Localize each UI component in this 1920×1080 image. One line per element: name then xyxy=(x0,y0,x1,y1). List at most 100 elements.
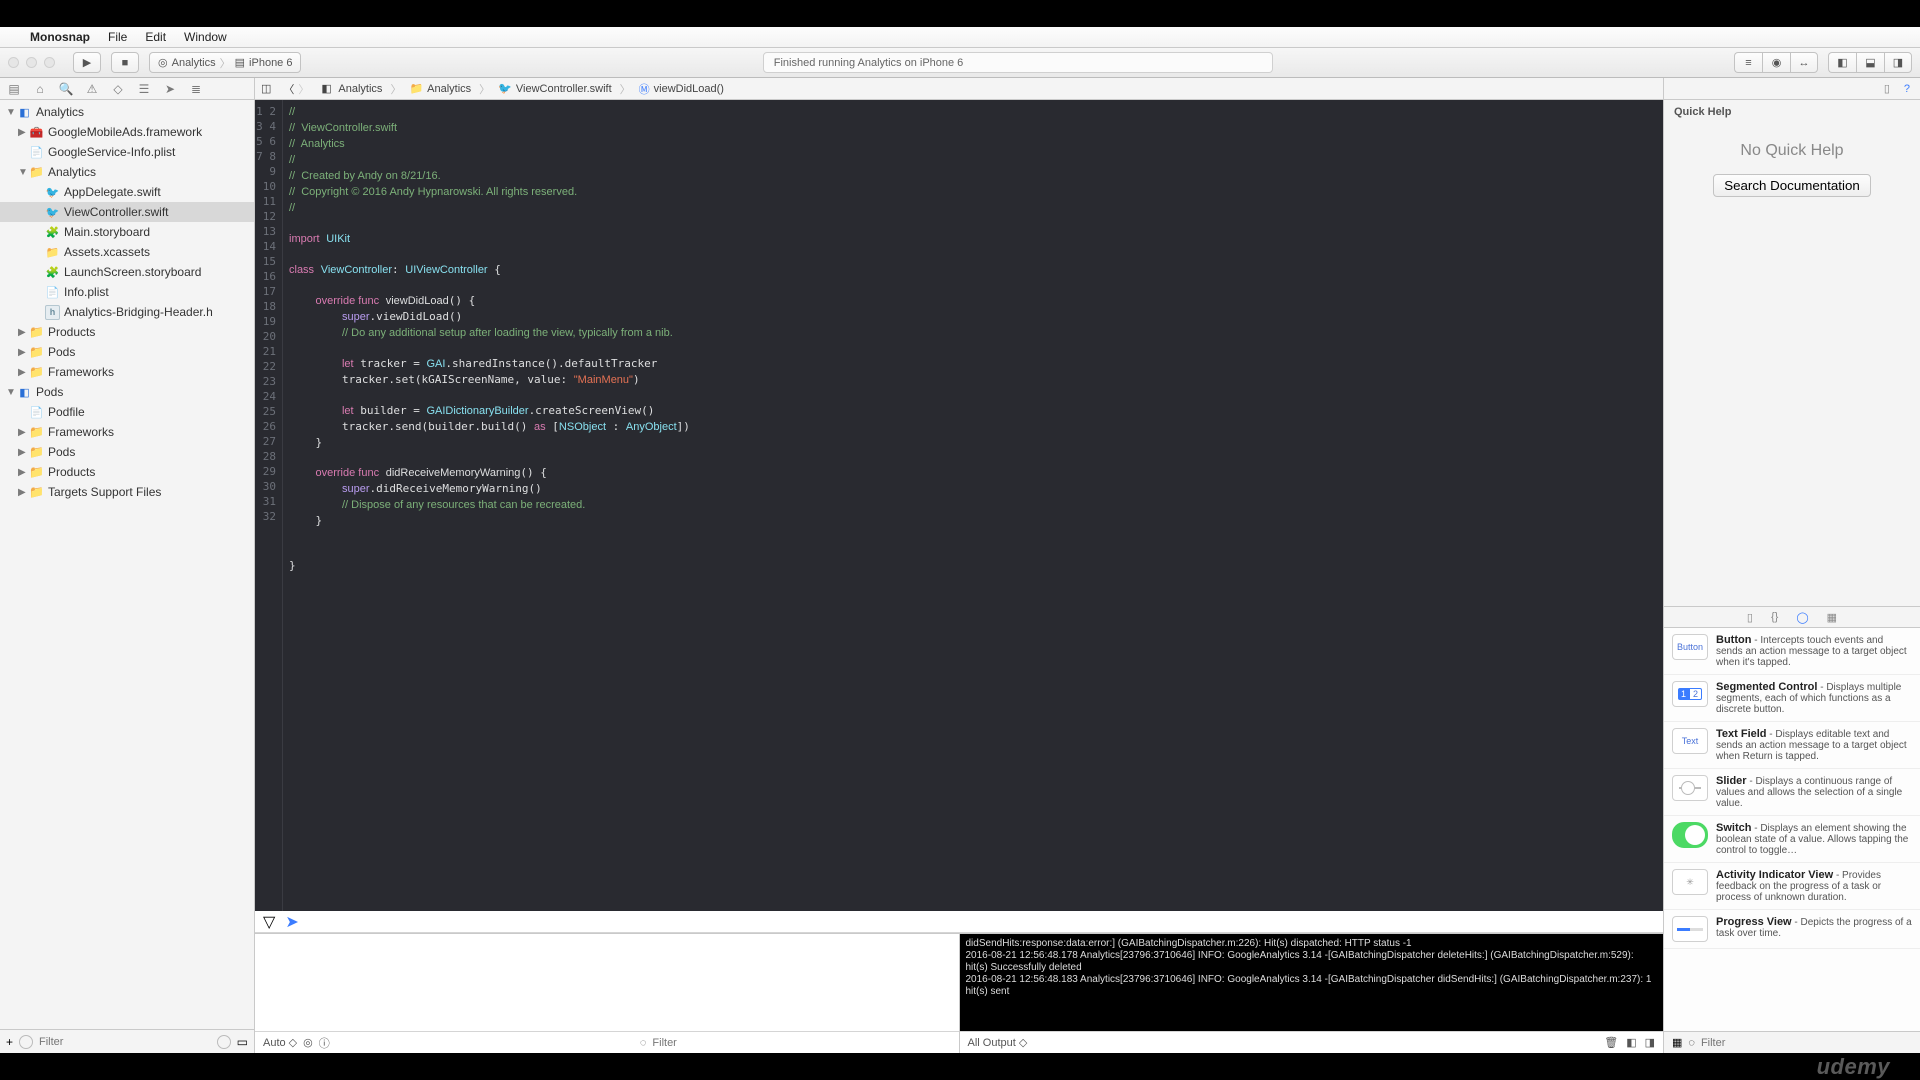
quicklook-icon[interactable]: ◎ xyxy=(303,1036,313,1049)
file-row[interactable]: ▼Pods xyxy=(0,382,254,402)
breakpoint-navigator-icon[interactable]: ➤ xyxy=(162,81,178,97)
file-row[interactable]: ▶GoogleMobileAds.framework xyxy=(0,122,254,142)
inspector-sidebar: ▯ ? Quick Help No Quick Help Search Docu… xyxy=(1664,78,1920,1053)
left-pane-toggle-icon[interactable]: ◧ xyxy=(1626,1036,1636,1049)
right-panel-toggle-icon[interactable]: ◨ xyxy=(1884,52,1912,73)
version-editor-icon[interactable]: ↔ xyxy=(1790,52,1818,73)
console-view[interactable]: didSendHits:response:data:error:] (GAIBa… xyxy=(960,934,1664,1053)
library-item[interactable]: Slider - Displays a continuous range of … xyxy=(1664,769,1920,816)
code-content[interactable]: // // ViewController.swift // Analytics … xyxy=(283,100,1663,911)
report-navigator-icon[interactable]: ≣ xyxy=(188,81,204,97)
add-icon[interactable]: + xyxy=(6,1035,13,1049)
panel-toggle-buttons[interactable]: ◧ ⬓ ◨ xyxy=(1828,52,1912,73)
window-traffic-lights[interactable] xyxy=(8,57,55,68)
file-row[interactable]: LaunchScreen.storyboard xyxy=(0,262,254,282)
line-gutter[interactable]: 1 2 3 4 5 6 7 8 9 10 11 12 13 14 15 16 1… xyxy=(255,100,283,911)
object-library[interactable]: ButtonButton - Intercepts touch events a… xyxy=(1664,628,1920,1031)
media-library-icon[interactable]: ▦ xyxy=(1827,611,1837,624)
code-snippet-library-icon[interactable]: {} xyxy=(1771,611,1778,623)
grid-view-icon[interactable]: ▦ xyxy=(1672,1036,1682,1049)
print-description-icon[interactable]: ⓘ xyxy=(319,1035,330,1051)
file-row[interactable]: Info.plist xyxy=(0,282,254,302)
console-output[interactable]: didSendHits:response:data:error:] (GAIBa… xyxy=(960,934,1664,1031)
menu-window[interactable]: Window xyxy=(184,30,227,44)
library-item[interactable]: TextText Field - Displays editable text … xyxy=(1664,722,1920,769)
file-row[interactable]: ▼Analytics xyxy=(0,102,254,122)
variables-scope-selector[interactable]: Auto ◇ xyxy=(263,1036,297,1049)
quick-help-inspector-icon[interactable]: ? xyxy=(1904,83,1910,95)
breakpoints-toggle-icon[interactable]: ➤ xyxy=(285,912,298,932)
file-row[interactable]: ▶Products xyxy=(0,462,254,482)
assistant-editor-icon[interactable]: ◉ xyxy=(1762,52,1790,73)
issue-navigator-icon[interactable]: ⚠ xyxy=(84,81,100,97)
file-row[interactable]: ▼Analytics xyxy=(0,162,254,182)
file-row[interactable]: GoogleService-Info.plist xyxy=(0,142,254,162)
file-row[interactable]: ▶Products xyxy=(0,322,254,342)
file-row[interactable]: Assets.xcassets xyxy=(0,242,254,262)
filter-icon: ◌ xyxy=(1688,1037,1695,1049)
library-item[interactable]: 12Segmented Control - Displays multiple … xyxy=(1664,675,1920,722)
trash-icon[interactable]: 🗑 xyxy=(1604,1036,1618,1049)
bottom-panel-toggle-icon[interactable]: ⬓ xyxy=(1856,52,1884,73)
file-row[interactable]: Podfile xyxy=(0,402,254,422)
navigator-filter-input[interactable] xyxy=(39,1036,211,1048)
forward-icon[interactable]: 〉 xyxy=(298,81,309,97)
variables-view[interactable]: Auto ◇ ◎ ⓘ ◌ xyxy=(255,934,960,1053)
file-tree[interactable]: ▼Analytics▶GoogleMobileAds.frameworkGoog… xyxy=(0,100,254,1029)
standard-editor-icon[interactable]: ≡ xyxy=(1734,52,1762,73)
watermark: udemy xyxy=(0,1053,1920,1080)
quick-help-panel: Quick Help No Quick Help Search Document… xyxy=(1664,100,1920,203)
method-icon: Ⓜ xyxy=(639,81,650,97)
project-navigator-icon[interactable]: ▤ xyxy=(6,81,22,97)
test-navigator-icon[interactable]: ◇ xyxy=(110,81,126,97)
library-filter-bar: ▦ ◌ xyxy=(1664,1031,1920,1053)
swift-file-icon: 🐦 xyxy=(498,82,512,95)
no-quick-help-label: No Quick Help xyxy=(1674,142,1910,160)
left-panel-toggle-icon[interactable]: ◧ xyxy=(1828,52,1856,73)
back-icon[interactable]: 〈 xyxy=(283,81,294,97)
debug-navigator-icon[interactable]: ☰ xyxy=(136,81,152,97)
symbol-navigator-icon[interactable]: ⌂ xyxy=(32,81,48,97)
jump-bar[interactable]: ◫ 〈〉 ◧Analytics 〉 📁Analytics 〉 🐦ViewCont… xyxy=(255,78,1663,100)
editor-area: ◫ 〈〉 ◧Analytics 〉 📁Analytics 〉 🐦ViewCont… xyxy=(255,78,1664,1053)
project-icon: ◧ xyxy=(321,82,334,95)
variables-filter-input[interactable] xyxy=(652,1037,950,1049)
file-row[interactable]: ViewController.swift xyxy=(0,202,254,222)
scm-filter-icon[interactable] xyxy=(217,1035,231,1049)
file-row[interactable]: ▶Frameworks xyxy=(0,362,254,382)
console-output-selector[interactable]: All Output ◇ xyxy=(968,1036,1028,1049)
library-item[interactable]: ✳Activity Indicator View - Provides feed… xyxy=(1664,863,1920,910)
library-filter-input[interactable] xyxy=(1701,1037,1912,1049)
library-item[interactable]: Switch - Displays an element showing the… xyxy=(1664,816,1920,863)
related-items-icon[interactable]: ◫ xyxy=(261,82,271,95)
editor-mode-buttons[interactable]: ≡ ◉ ↔ xyxy=(1734,52,1818,73)
file-row[interactable]: ▶Pods xyxy=(0,342,254,362)
stop-button[interactable]: ■ xyxy=(111,52,139,73)
file-row[interactable]: ▶Targets Support Files xyxy=(0,482,254,502)
file-inspector-icon[interactable]: ▯ xyxy=(1884,82,1890,95)
right-pane-toggle-icon[interactable]: ◨ xyxy=(1645,1036,1655,1049)
scheme-selector[interactable]: ◎ Analytics 〉 ▤ iPhone 6 xyxy=(149,52,301,73)
library-item[interactable]: ButtonButton - Intercepts touch events a… xyxy=(1664,628,1920,675)
navigator-filter-bar: + ▭ xyxy=(0,1029,254,1053)
file-row[interactable]: Main.storyboard xyxy=(0,222,254,242)
file-row[interactable]: AppDelegate.swift xyxy=(0,182,254,202)
find-navigator-icon[interactable]: 🔍 xyxy=(58,81,74,97)
app-name[interactable]: Monosnap xyxy=(30,30,90,44)
file-template-library-icon[interactable]: ▯ xyxy=(1747,611,1753,624)
device-icon: ▤ xyxy=(235,56,245,69)
file-row[interactable]: Analytics-Bridging-Header.h xyxy=(0,302,254,322)
debug-hide-icon[interactable]: ▽ xyxy=(263,912,275,932)
library-item[interactable]: Progress View - Depicts the progress of … xyxy=(1664,910,1920,949)
search-documentation-button[interactable]: Search Documentation xyxy=(1713,174,1871,197)
code-editor[interactable]: 1 2 3 4 5 6 7 8 9 10 11 12 13 14 15 16 1… xyxy=(255,100,1663,911)
file-row[interactable]: ▶Pods xyxy=(0,442,254,462)
xcode-toolbar: ▶ ■ ◎ Analytics 〉 ▤ iPhone 6 Finished ru… xyxy=(0,48,1920,78)
object-library-icon[interactable]: ◯ xyxy=(1796,611,1808,624)
bookmark-filter-icon[interactable]: ▭ xyxy=(237,1035,248,1049)
file-row[interactable]: ▶Frameworks xyxy=(0,422,254,442)
run-button[interactable]: ▶ xyxy=(73,52,101,73)
menu-edit[interactable]: Edit xyxy=(145,30,166,44)
menu-file[interactable]: File xyxy=(108,30,127,44)
recent-filter-icon[interactable] xyxy=(19,1035,33,1049)
